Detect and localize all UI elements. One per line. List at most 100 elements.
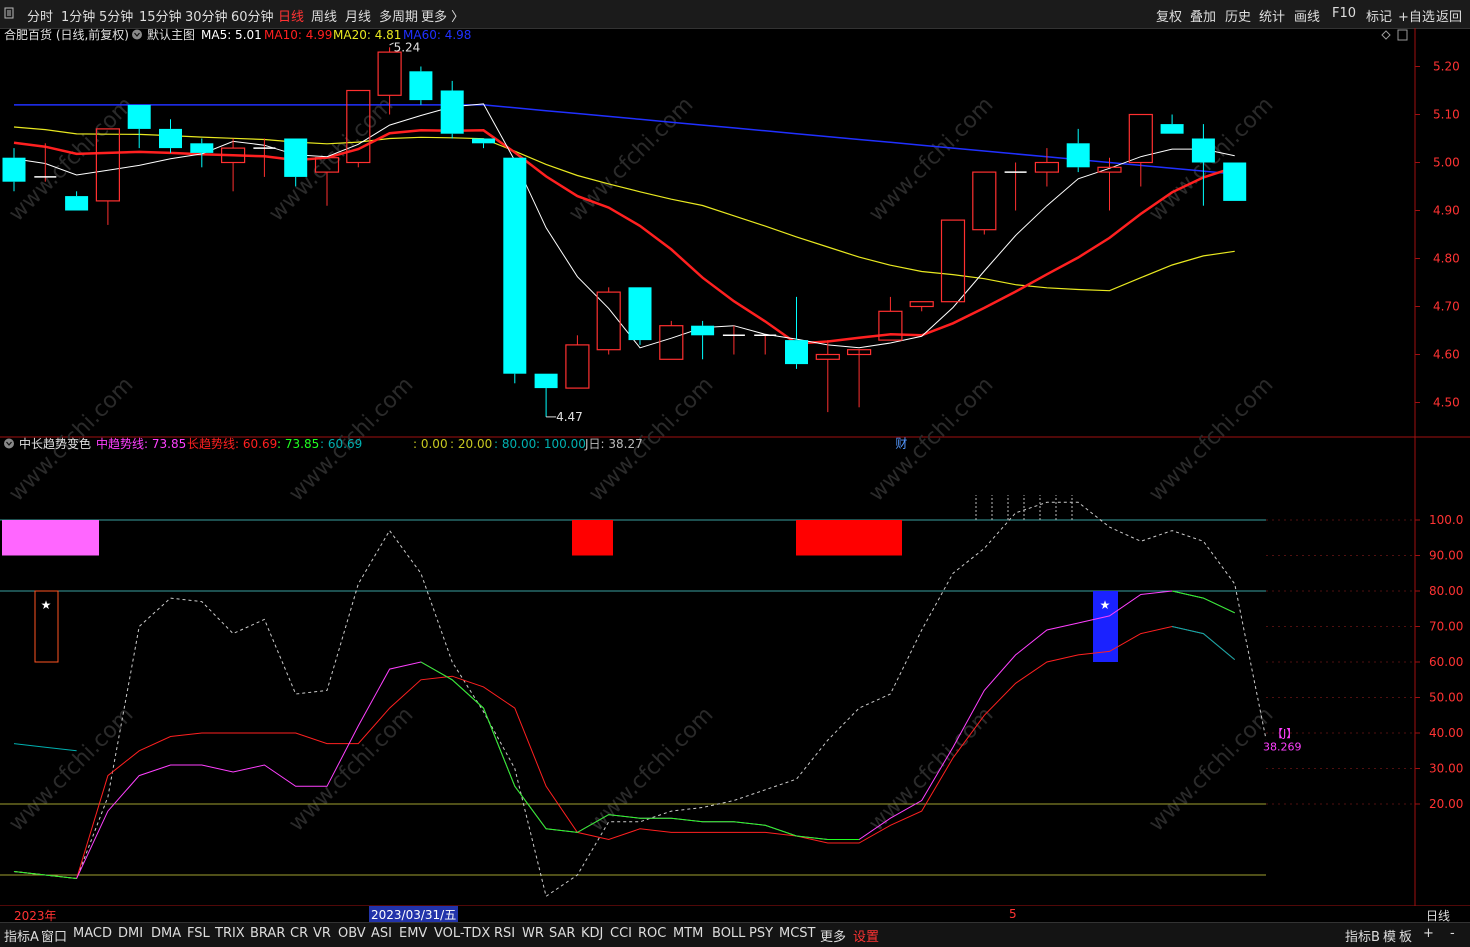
indicator-tab-8[interactable]: CR — [290, 926, 308, 941]
indicator-tab-24[interactable]: 更多 — [820, 926, 846, 945]
indicator-tab-2[interactable]: MACD — [73, 926, 112, 941]
indicator-tab-23[interactable]: MCST — [779, 926, 816, 941]
indicator-tab-0[interactable]: 指标A — [4, 926, 39, 945]
indicator-tab-19[interactable]: ROC — [638, 926, 666, 941]
candle[interactable] — [2, 148, 26, 192]
candle[interactable] — [565, 335, 590, 389]
candle[interactable] — [1223, 162, 1247, 201]
window-menu-icon[interactable] — [4, 7, 14, 19]
candle[interactable] — [628, 287, 652, 345]
period-tab-3[interactable]: 15分钟 — [139, 6, 182, 25]
right-tab-3[interactable]: + — [1423, 926, 1434, 941]
tool-button-6[interactable]: 标记 — [1366, 6, 1392, 25]
indicator-tab-11[interactable]: ASI — [371, 926, 392, 941]
tool-button-1[interactable]: 叠加 — [1190, 6, 1216, 25]
candle[interactable] — [972, 171, 997, 235]
watermark-text: www.cfchi.com — [864, 702, 998, 836]
candle[interactable] — [659, 320, 684, 360]
period-tab-4[interactable]: 30分钟 — [185, 6, 228, 25]
indicator-tab-25[interactable]: 设置 — [853, 926, 879, 945]
indicator-axis: 100.0 90.00 80.00 70.00 60.00 50.00 40.00 30.00… — [0, 513, 1463, 876]
period-tab-2[interactable]: 5分钟 — [99, 6, 133, 25]
panel-toggle-icon[interactable] — [1397, 29, 1408, 41]
candle[interactable] — [127, 104, 151, 149]
period-tab-10[interactable]: 更多 〉 — [421, 6, 464, 25]
indicator-tab-6[interactable]: TRIX — [215, 926, 245, 941]
indicator-tab-20[interactable]: MTM — [673, 926, 703, 941]
candle[interactable] — [909, 301, 934, 312]
indicator-tick: 70.00 — [1429, 620, 1463, 634]
indicator-settings-icon[interactable] — [132, 29, 142, 40]
star-marker: ★ — [1100, 598, 1111, 612]
sub-indicator-settings-icon[interactable] — [4, 438, 14, 449]
right-tab-0[interactable]: 指标B — [1345, 926, 1380, 945]
period-tab-9[interactable]: 多周期 — [379, 6, 418, 25]
candle[interactable] — [1066, 128, 1090, 173]
period-tab-7[interactable]: 周线 — [311, 6, 337, 25]
tool-button-4[interactable]: 画线 — [1294, 6, 1320, 25]
candle[interactable] — [1004, 162, 1027, 211]
indicator-tab-3[interactable]: DMI — [118, 926, 143, 941]
candle[interactable] — [65, 191, 89, 211]
indicator-tab-7[interactable]: BRAR — [250, 926, 285, 941]
period-tab-0[interactable]: 分时 — [27, 6, 53, 25]
period-tab-5[interactable]: 60分钟 — [231, 6, 274, 25]
tool-button-8[interactable]: 返回 — [1436, 6, 1462, 25]
indicator-tab-13[interactable]: VOL-TDX — [434, 926, 490, 941]
candle[interactable] — [503, 157, 527, 384]
right-tab-1[interactable]: 模 — [1383, 926, 1396, 945]
indicator-tab-21[interactable]: BOLL — [712, 926, 745, 941]
candle[interactable] — [1034, 148, 1060, 187]
candle[interactable] — [472, 138, 495, 149]
indicator-tab-1[interactable]: 窗口 — [41, 926, 67, 945]
diamond-icon[interactable] — [1381, 30, 1391, 40]
sub-indicator-name[interactable]: 中长趋势变色 — [19, 436, 91, 451]
candle[interactable] — [440, 80, 464, 139]
candle[interactable] — [722, 325, 745, 355]
indicator-tab-12[interactable]: EMV — [399, 926, 427, 941]
period-tab-8[interactable]: 月线 — [345, 6, 371, 25]
j-marker: 【J】 — [1272, 727, 1297, 740]
candle[interactable] — [1160, 114, 1184, 134]
period-tab-6[interactable]: 日线 — [278, 6, 304, 25]
indicator-tab-22[interactable]: PSY — [749, 926, 773, 941]
candle[interactable] — [409, 66, 433, 105]
signal-block — [572, 520, 613, 556]
indicator-tab-9[interactable]: VR — [313, 926, 331, 941]
main-indicator-name[interactable]: 默认主图 — [147, 28, 195, 42]
indicator-tab-18[interactable]: CCI — [610, 926, 632, 941]
tool-button-3[interactable]: 统计 — [1259, 6, 1285, 25]
cyan-line-value: : 60.69 — [320, 437, 362, 451]
candle[interactable] — [534, 373, 558, 417]
candle[interactable] — [754, 334, 777, 355]
candle[interactable] — [190, 138, 214, 168]
candle[interactable] — [785, 296, 808, 369]
indicator-tab-10[interactable]: OBV — [338, 926, 366, 941]
ma60-value: MA60: 4.98 — [403, 28, 471, 42]
indicator-tab-15[interactable]: WR — [522, 926, 544, 941]
tool-button-5[interactable]: F10 — [1332, 6, 1356, 21]
tool-button-0[interactable]: 复权 — [1156, 6, 1182, 25]
right-tab-4[interactable]: - — [1450, 926, 1455, 941]
selected-date[interactable]: 2023/03/31/五 — [369, 906, 459, 923]
indicator-tab-16[interactable]: SAR — [549, 926, 575, 941]
candlestick-series[interactable] — [2, 47, 1247, 417]
candle[interactable] — [815, 340, 840, 413]
indicator-tab-5[interactable]: FSL — [187, 926, 210, 941]
signal-block — [796, 520, 902, 556]
right-tab-2[interactable]: 板 — [1399, 926, 1412, 945]
candle[interactable] — [221, 138, 246, 192]
tool-button-7[interactable]: +自选 — [1398, 6, 1435, 25]
indicator-tab-14[interactable]: RSI — [494, 926, 515, 941]
indicator-tab-17[interactable]: KDJ — [581, 926, 603, 941]
financial-report-marker[interactable]: 财 — [895, 436, 907, 450]
candle[interactable] — [1128, 113, 1153, 187]
candle[interactable] — [846, 349, 872, 408]
indicator-tab-4[interactable]: DMA — [151, 926, 181, 941]
candle[interactable] — [159, 119, 182, 153]
candle[interactable] — [940, 219, 966, 303]
tool-button-2[interactable]: 历史 — [1225, 6, 1251, 25]
period-tab-1[interactable]: 1分钟 — [61, 6, 95, 25]
candle[interactable] — [691, 320, 715, 360]
candle[interactable] — [596, 287, 621, 355]
